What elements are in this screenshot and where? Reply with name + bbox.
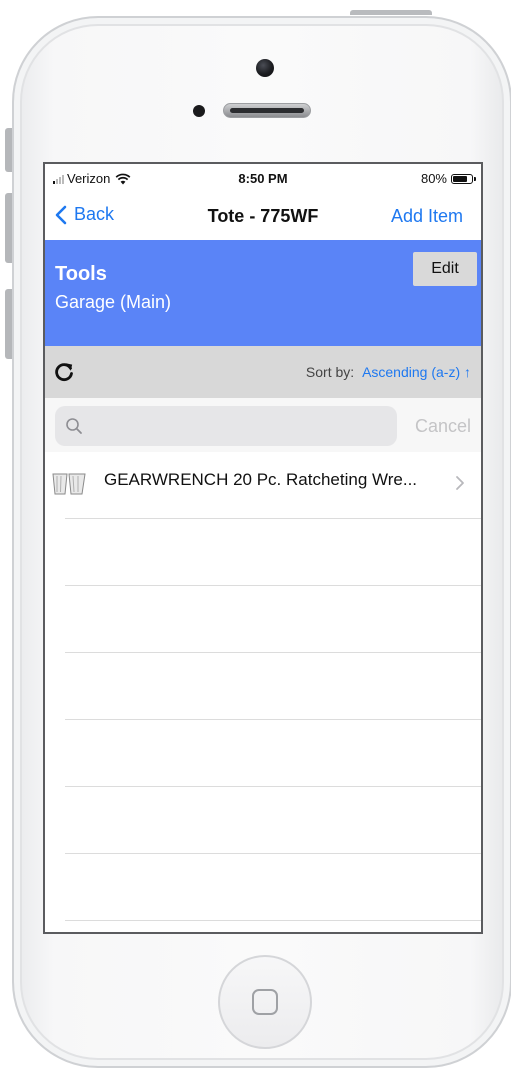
empty-row bbox=[65, 854, 481, 921]
item-list: GEARWRENCH 20 Pc. Ratcheting Wre... bbox=[45, 452, 481, 921]
navigation-bar: Back Tote - 775WF Add Item bbox=[45, 194, 481, 240]
tote-location-subtitle: Garage (Main) bbox=[55, 292, 172, 312]
refresh-icon[interactable] bbox=[53, 361, 75, 383]
volume-up-button bbox=[5, 193, 12, 263]
proximity-sensor bbox=[193, 105, 205, 117]
sort-bar: Sort by: Ascending (a-z) ↑ bbox=[45, 346, 481, 398]
home-button[interactable] bbox=[218, 955, 312, 1049]
wrench-set-icon bbox=[52, 473, 86, 495]
sort-label: Sort by: bbox=[305, 364, 355, 380]
status-time: 8:50 PM bbox=[238, 171, 288, 186]
item-label: GEARWRENCH 20 Pc. Ratcheting Wre... bbox=[104, 470, 418, 489]
sort-order-selector[interactable]: Ascending (a-z) ↑ bbox=[362, 364, 471, 380]
search-icon bbox=[66, 418, 82, 434]
earpiece-speaker bbox=[223, 103, 311, 118]
search-field[interactable] bbox=[55, 406, 397, 448]
home-square-icon bbox=[252, 989, 278, 1015]
search-row: Cancel bbox=[45, 398, 481, 452]
edit-button[interactable]: Edit bbox=[413, 252, 477, 286]
chevron-right-icon bbox=[456, 476, 464, 490]
empty-row bbox=[65, 519, 481, 586]
add-item-button[interactable]: Add Item bbox=[391, 206, 463, 227]
tote-header: Tools Garage (Main) Edit bbox=[45, 240, 481, 346]
empty-row bbox=[65, 586, 481, 653]
power-button bbox=[350, 10, 432, 15]
empty-row bbox=[65, 720, 481, 787]
search-input[interactable] bbox=[89, 406, 393, 448]
battery-icon bbox=[451, 173, 476, 184]
app-screen: Verizon 8:50 PM 80% Back Tote - 775WF Ad… bbox=[43, 162, 483, 934]
front-camera bbox=[256, 59, 274, 77]
sort-control: Sort by: Ascending (a-z) ↑ bbox=[306, 364, 471, 380]
mute-switch bbox=[5, 128, 12, 172]
status-bar: Verizon 8:50 PM 80% bbox=[45, 164, 481, 192]
empty-row bbox=[65, 787, 481, 854]
phone-mockup: Verizon 8:50 PM 80% Back Tote - 775WF Ad… bbox=[0, 0, 511, 1078]
battery-percent: 80% bbox=[420, 171, 447, 186]
list-item[interactable]: GEARWRENCH 20 Pc. Ratcheting Wre... bbox=[52, 452, 481, 519]
cancel-search-button[interactable]: Cancel bbox=[415, 416, 471, 437]
battery-indicator: 80% bbox=[420, 171, 476, 186]
volume-down-button bbox=[5, 289, 12, 359]
tote-category-title: Tools bbox=[55, 263, 107, 285]
empty-row bbox=[65, 653, 481, 720]
